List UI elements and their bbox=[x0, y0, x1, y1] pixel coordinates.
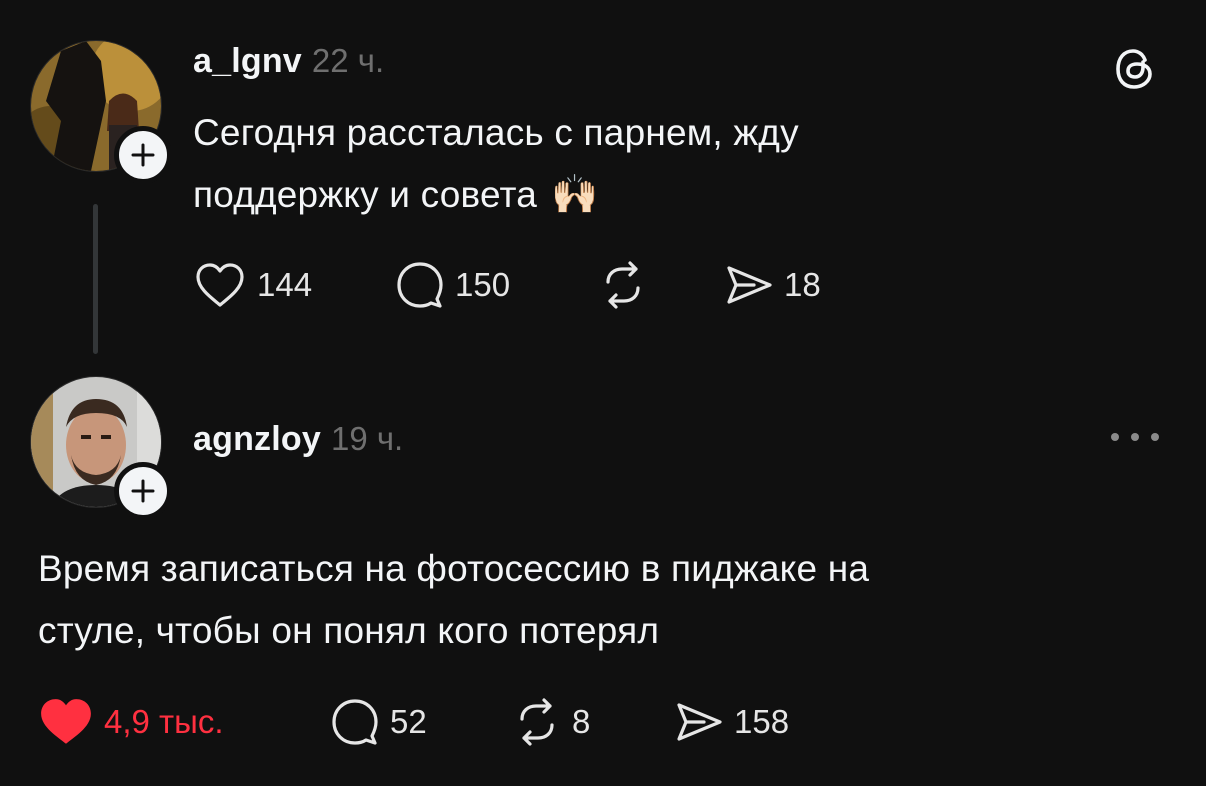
post-text-line-2: стуле, чтобы он понял кого потерял bbox=[38, 610, 660, 651]
more-options-icon[interactable] bbox=[1108, 430, 1162, 449]
repost-icon bbox=[520, 698, 554, 746]
timestamp: 19 ч. bbox=[330, 420, 404, 457]
timestamp: 22 ч. bbox=[311, 42, 385, 79]
comment-count: 150 bbox=[455, 266, 511, 303]
comment-button[interactable]: 52 bbox=[328, 696, 512, 748]
share-button[interactable]: 18 bbox=[724, 260, 821, 310]
raised-hands-emoji: 🙌🏻 bbox=[551, 174, 599, 216]
repost-button[interactable]: 8 bbox=[512, 697, 674, 747]
post-text-line-1: Сегодня рассталась с парнем, жду bbox=[193, 112, 799, 153]
follow-button-a-lgnv[interactable] bbox=[114, 126, 172, 184]
repost-button[interactable] bbox=[598, 260, 724, 310]
post-1: a_lgnv 22 ч. Сегодня рассталась с парнем… bbox=[0, 0, 1206, 360]
comment-bubble-icon bbox=[397, 262, 443, 308]
heart-icon bbox=[196, 263, 244, 307]
post-header: a_lgnv 22 ч. bbox=[193, 42, 384, 81]
comment-bubble-icon bbox=[332, 699, 378, 745]
heart-icon bbox=[41, 699, 91, 744]
threads-logo-icon[interactable] bbox=[1112, 46, 1158, 97]
post-text-line-2: поддержку и совета bbox=[193, 174, 538, 215]
share-button[interactable]: 158 bbox=[674, 697, 789, 747]
username[interactable]: a_lgnv bbox=[193, 42, 302, 81]
plus-icon bbox=[131, 479, 155, 503]
post-text-line-1: Время записаться на фотосессию в пиджаке… bbox=[38, 548, 870, 589]
share-count: 158 bbox=[734, 703, 790, 740]
send-icon bbox=[677, 703, 722, 741]
comment-button[interactable]: 150 bbox=[393, 259, 598, 311]
repost-icon bbox=[606, 261, 640, 309]
share-count: 18 bbox=[784, 266, 821, 303]
comment-count: 52 bbox=[390, 703, 427, 740]
repost-count: 8 bbox=[572, 703, 591, 740]
send-icon bbox=[727, 266, 772, 304]
like-count: 144 bbox=[257, 266, 313, 303]
like-count: 4,9 тыс. bbox=[104, 703, 224, 740]
like-button[interactable]: 4,9 тыс. bbox=[38, 696, 328, 748]
post-2: agnzloy 19 ч. Время записаться на фотосе… bbox=[0, 360, 1206, 786]
post-text: Сегодня рассталась с парнем, жду поддерж… bbox=[193, 102, 1153, 226]
like-button[interactable]: 144 bbox=[193, 260, 393, 310]
username[interactable]: agnzloy bbox=[193, 420, 321, 459]
action-bar: 144 150 18 bbox=[193, 260, 821, 310]
action-bar: 4,9 тыс. 52 8 158 bbox=[38, 696, 789, 748]
post-text: Время записаться на фотосессию в пиджаке… bbox=[38, 538, 1168, 662]
thread-line bbox=[93, 204, 98, 354]
post-header: agnzloy 19 ч. bbox=[193, 420, 403, 459]
plus-icon bbox=[131, 143, 155, 167]
follow-button-agnzloy[interactable] bbox=[114, 462, 172, 520]
